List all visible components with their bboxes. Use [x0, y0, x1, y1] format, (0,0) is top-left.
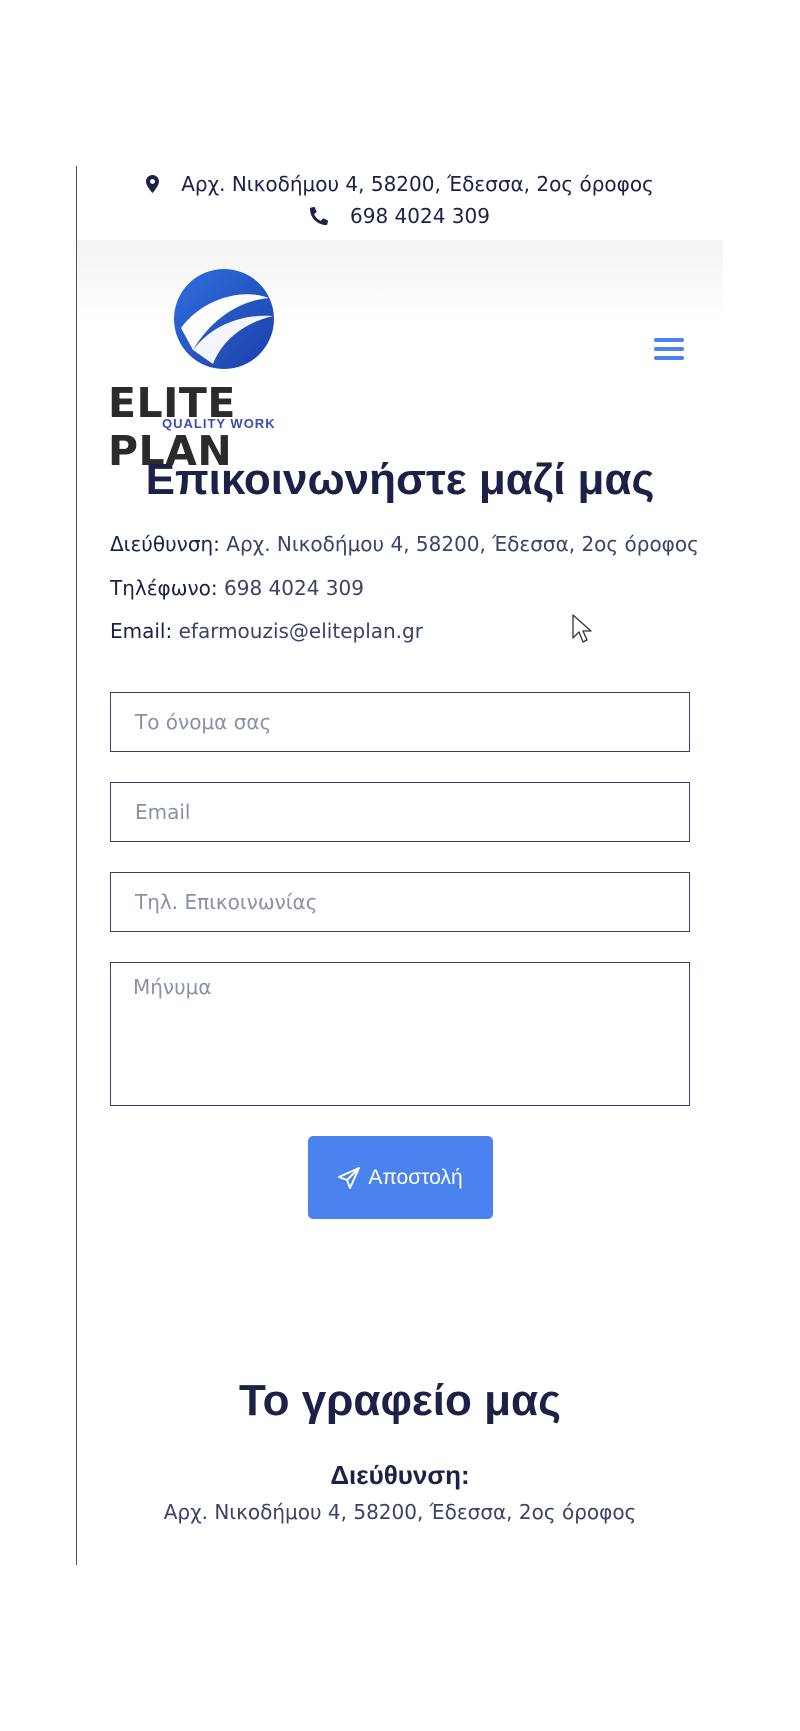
office-subtitle: Διεύθυνση: — [330, 1460, 470, 1490]
mouse-cursor-icon — [572, 614, 592, 643]
contact-email-value[interactable]: efarmouzis@eliteplan.gr — [179, 619, 423, 643]
name-input-placeholder: Το όνομα σας — [135, 710, 272, 734]
contact-email: Email: efarmouzis@eliteplan.gr — [110, 619, 423, 643]
contact-address: Διεύθυνση: Αρχ. Νικοδήμου 4, 58200, Έδεσ… — [110, 532, 699, 556]
office-address: Αρχ. Νικοδήμου 4, 58200, Έδεσσα, 2ος όρο… — [163, 1500, 637, 1524]
contact-title: Επικοινωνήστε μαζί μας — [145, 455, 655, 504]
phone-input[interactable]: Τηλ. Επικοινωνίας — [110, 872, 690, 932]
submit-button[interactable]: Αποστολή — [308, 1136, 493, 1219]
topbar-phone-text: 698 4024 309 — [350, 204, 490, 228]
hamburger-bar — [654, 356, 684, 360]
topbar-phone: 698 4024 309 — [77, 200, 723, 232]
logo[interactable]: ELITE PLAN QUALITY WORK — [108, 268, 348, 475]
send-icon — [338, 1166, 361, 1189]
hamburger-menu-icon — [654, 338, 684, 342]
hamburger-bar — [654, 347, 684, 351]
logo-globe-icon — [174, 269, 274, 369]
email-input[interactable]: Email — [110, 782, 690, 842]
contact-email-label: Email: — [110, 619, 173, 643]
name-input[interactable]: Το όνομα σας — [110, 692, 690, 752]
submit-button-label: Αποστολή — [368, 1165, 463, 1189]
left-border-line — [76, 166, 77, 1565]
message-textarea-placeholder: Μήνυμα — [133, 975, 212, 999]
contact-address-label: Διεύθυνση: — [110, 532, 220, 556]
contact-phone-label: Τηλέφωνο: — [110, 576, 218, 600]
logo-tagline: QUALITY WORK — [162, 416, 276, 431]
phone-input-placeholder: Τηλ. Επικοινωνίας — [135, 890, 318, 914]
topbar-address-text: Αρχ. Νικοδήμου 4, 58200, Έδεσσα, 2ος όρο… — [181, 172, 654, 196]
topbar: Αρχ. Νικοδήμου 4, 58200, Έδεσσα, 2ος όρο… — [77, 168, 723, 232]
office-title: Το γραφείο μας — [239, 1376, 561, 1425]
map-pin-icon — [146, 175, 160, 193]
contact-address-value: Αρχ. Νικοδήμου 4, 58200, Έδεσσα, 2ος όρο… — [226, 532, 699, 556]
contact-phone: Τηλέφωνο: 698 4024 309 — [110, 576, 364, 600]
menu-button[interactable] — [654, 338, 684, 364]
contact-phone-value[interactable]: 698 4024 309 — [224, 576, 364, 600]
topbar-address: Αρχ. Νικοδήμου 4, 58200, Έδεσσα, 2ος όρο… — [77, 168, 723, 200]
phone-icon — [310, 207, 329, 225]
message-textarea[interactable]: Μήνυμα — [110, 962, 690, 1106]
email-input-placeholder: Email — [135, 800, 191, 824]
